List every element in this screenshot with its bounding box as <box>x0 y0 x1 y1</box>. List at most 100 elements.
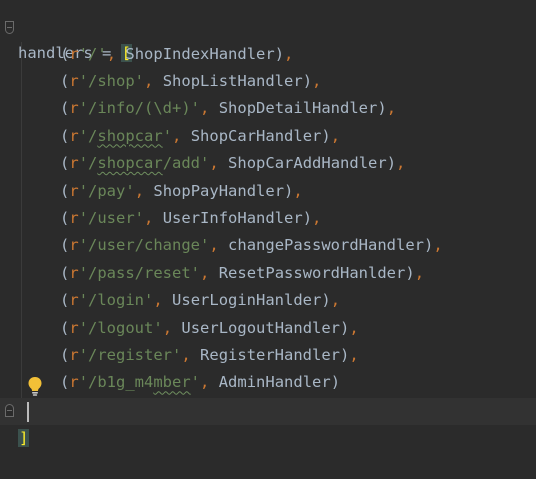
trailing-comma: , <box>433 236 443 255</box>
lightbulb-icon[interactable] <box>27 376 43 396</box>
open-paren: ( <box>60 318 70 337</box>
handler-name: ShopIndexHandler <box>125 44 275 63</box>
raw-string-prefix: r <box>69 99 79 118</box>
route-path: '/b1g_m4 <box>78 373 154 392</box>
handler-name: ResetPasswordHanlder <box>218 263 406 282</box>
raw-string-prefix: r <box>69 44 79 63</box>
raw-string-prefix: r <box>69 71 79 90</box>
route-path-rest: /add' <box>162 154 210 173</box>
raw-string-prefix: r <box>69 208 79 227</box>
comma: , <box>153 291 163 310</box>
trailing-comma: , <box>312 208 322 227</box>
trailing-comma: , <box>349 345 359 364</box>
handler-name: changePasswordHandler <box>228 236 424 255</box>
separator <box>209 373 218 391</box>
open-paren: ( <box>60 44 70 63</box>
comma: , <box>200 263 210 282</box>
separator <box>209 99 218 117</box>
indent-guide <box>21 42 22 398</box>
raw-string-prefix: r <box>69 291 79 310</box>
trailing-comma: , <box>414 263 425 282</box>
close-paren: ) <box>321 291 331 310</box>
handler-name: RegisterHandler <box>200 345 341 364</box>
comma: , <box>162 318 173 337</box>
open-paren: ( <box>60 236 70 255</box>
raw-string-prefix: r <box>69 126 79 145</box>
text-caret <box>27 402 29 422</box>
comma: , <box>181 345 191 364</box>
raw-string-prefix: r <box>69 236 79 255</box>
close-paren: ) <box>302 71 313 90</box>
comma: , <box>134 181 145 200</box>
close-paren: ) <box>386 154 397 173</box>
code-line[interactable]: handlers = [ <box>0 13 132 62</box>
route-path-rest: ' <box>190 373 201 392</box>
route-path: '/shop' <box>78 71 145 90</box>
separator <box>172 319 181 337</box>
close-paren: ) <box>424 236 434 255</box>
route-path-typo: shopcar <box>97 126 163 145</box>
close-paren: ) <box>330 373 341 392</box>
code-line[interactable]: ] <box>0 398 37 447</box>
raw-string-prefix: r <box>69 154 79 173</box>
comma: , <box>106 44 117 63</box>
separator <box>181 127 190 145</box>
handler-name: UserInfoHandler <box>162 208 303 227</box>
route-path: '/ <box>78 154 98 173</box>
open-paren: ( <box>60 181 70 200</box>
open-paren: ( <box>60 373 70 392</box>
separator <box>219 236 228 254</box>
close-paren: ) <box>377 99 387 118</box>
route-path: '/' <box>78 44 107 63</box>
handler-name: ShopPayHandler <box>153 181 285 200</box>
open-paren: ( <box>60 71 70 90</box>
raw-string-prefix: r <box>69 318 79 337</box>
route-path-rest: ' <box>162 126 173 145</box>
handler-name: ShopCarHandler <box>190 126 322 145</box>
trailing-comma: , <box>293 181 303 200</box>
current-line-highlight <box>0 398 536 425</box>
route-path: '/user/change' <box>78 236 210 255</box>
open-paren: ( <box>60 345 70 364</box>
separator <box>153 72 162 90</box>
close-paren: ) <box>340 345 350 364</box>
trailing-comma: , <box>312 71 322 90</box>
separator <box>209 264 218 282</box>
route-path: '/pay' <box>78 181 135 200</box>
route-path: '/ <box>78 126 98 145</box>
comma: , <box>200 373 210 392</box>
route-path: '/register' <box>78 345 182 364</box>
close-paren: ) <box>302 208 313 227</box>
comma: , <box>209 236 219 255</box>
comma: , <box>209 154 219 173</box>
close-paren: ) <box>405 263 415 282</box>
open-paren: ( <box>60 263 70 282</box>
handler-name: AdminHandler <box>218 373 331 392</box>
raw-string-prefix: r <box>69 263 79 282</box>
route-path: '/info/(\d+)' <box>78 99 201 118</box>
close-bracket: ] <box>18 429 30 447</box>
route-path: '/login' <box>78 291 154 310</box>
trailing-comma: , <box>349 318 359 337</box>
separator <box>144 182 153 200</box>
handler-name: UserLoginHanlder <box>172 291 322 310</box>
code-editor[interactable]: handlers = [ (r'/', ShopIndexHandler), (r… <box>0 0 536 448</box>
comma: , <box>172 126 182 145</box>
trailing-comma: , <box>284 44 294 63</box>
open-paren: ( <box>60 291 70 310</box>
close-paren: ) <box>340 318 350 337</box>
handler-name: ShopDetailHandler <box>218 99 378 118</box>
close-paren: ) <box>321 126 331 145</box>
open-paren: ( <box>60 99 70 118</box>
comma: , <box>144 71 154 90</box>
route-path: '/logout' <box>78 318 163 337</box>
open-paren: ( <box>60 208 70 227</box>
route-path-typo: mber <box>153 373 191 392</box>
separator <box>219 154 228 172</box>
raw-string-prefix: r <box>69 373 79 392</box>
trailing-comma: , <box>330 126 341 145</box>
trailing-comma: , <box>330 291 341 310</box>
route-path: '/user' <box>78 208 145 227</box>
trailing-comma: , <box>396 154 406 173</box>
open-paren: ( <box>60 126 70 145</box>
